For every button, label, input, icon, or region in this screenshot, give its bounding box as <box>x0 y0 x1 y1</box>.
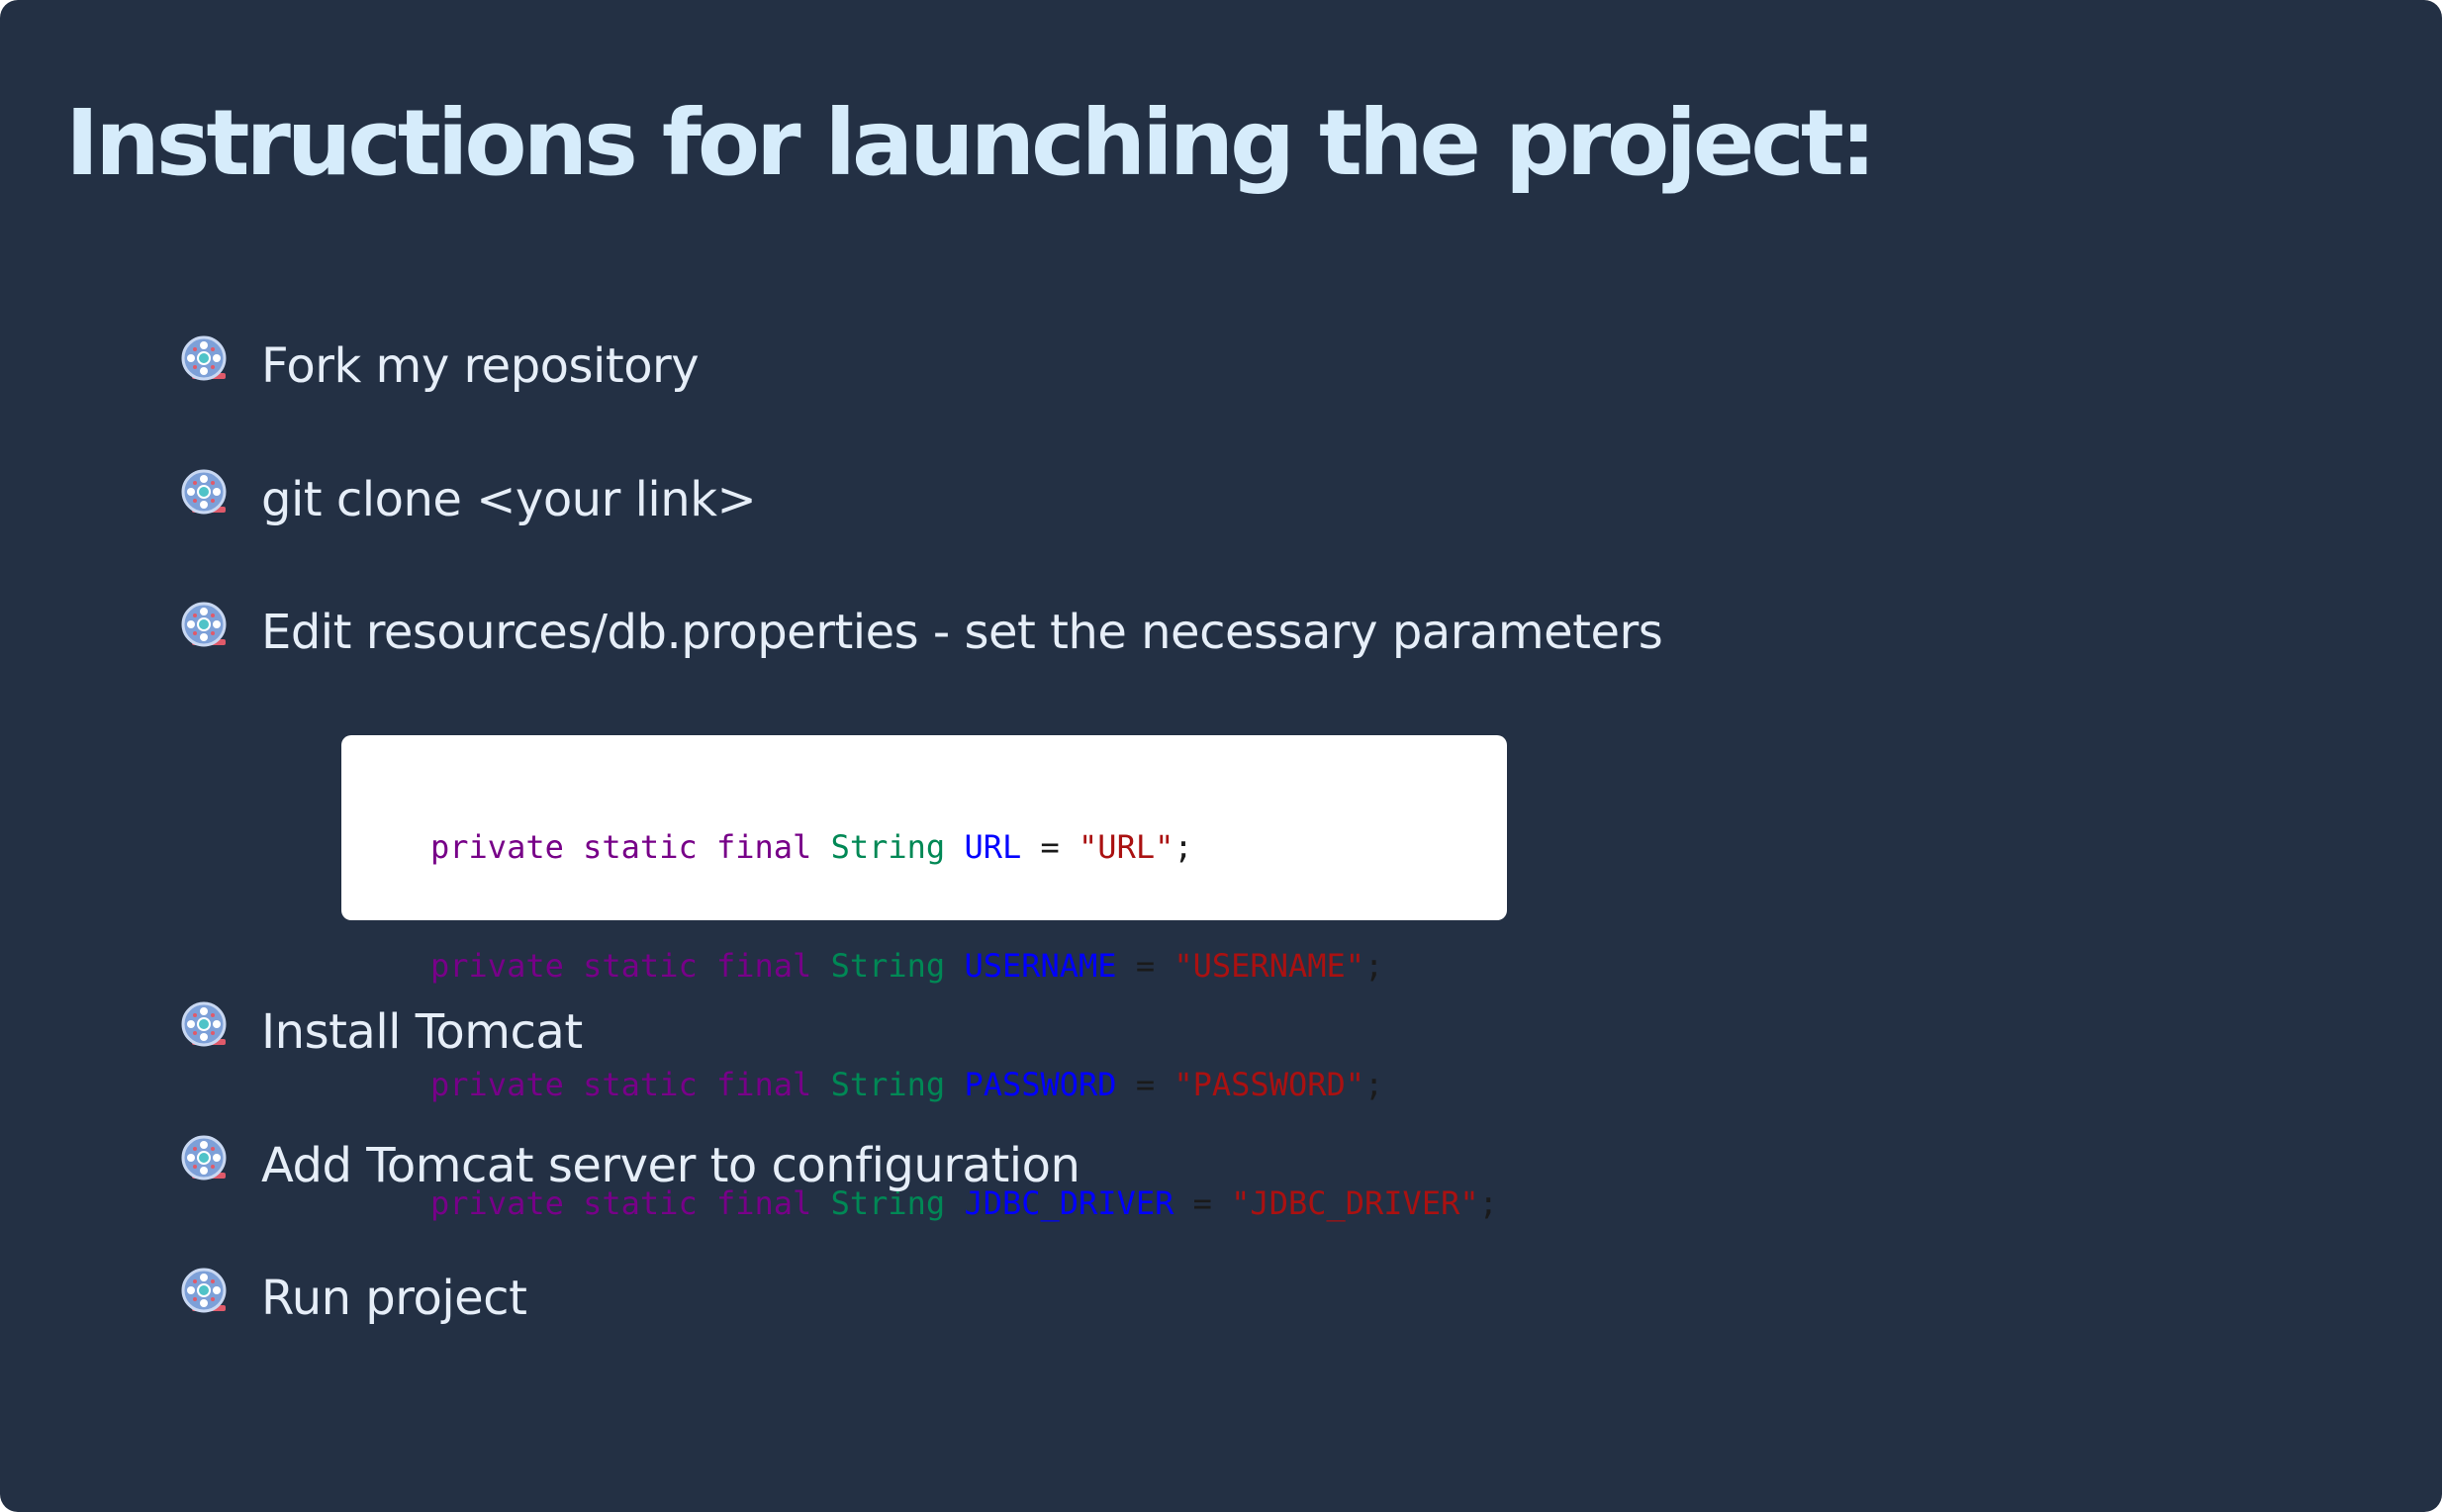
code-string: "JDBC_DRIVER" <box>1231 1184 1479 1222</box>
code-keyword: final <box>715 828 812 866</box>
code-keyword: final <box>715 1066 812 1103</box>
step-label: git clone <your link> <box>261 472 757 527</box>
code-type: String <box>830 828 946 866</box>
code-operator: = <box>1040 828 1060 866</box>
code-string: "USERNAME" <box>1174 947 1365 985</box>
code-semicolon: ; <box>1478 1184 1498 1222</box>
film-reel-icon <box>181 335 227 381</box>
code-operator: = <box>1192 1184 1212 1222</box>
step-label: Add Tomcat server to configuration <box>261 1138 1080 1193</box>
list-item-step-6: Run project <box>178 1259 527 1338</box>
page-title: Instructions for launching the project: <box>65 90 1877 196</box>
code-identifier: PASSWORD <box>964 1066 1117 1103</box>
list-item-step-2: git clone <your link> <box>178 460 757 539</box>
code-keyword: static <box>583 828 698 866</box>
code-keyword: final <box>715 947 812 985</box>
film-reel-icon <box>181 469 227 515</box>
code-keyword: private <box>430 947 564 985</box>
slide: Instructions for launching the project: … <box>0 0 2442 1512</box>
step-label: Edit resources/db.properties - set the n… <box>261 605 1663 660</box>
code-keyword: static <box>583 1066 698 1103</box>
code-keyword: static <box>583 947 698 985</box>
list-item-step-3: Edit resources/db.properties - set the n… <box>178 593 1663 672</box>
code-string: "PASSWORD" <box>1174 1066 1365 1103</box>
code-keyword: private <box>430 828 564 866</box>
code-semicolon: ; <box>1364 947 1384 985</box>
code-semicolon: ; <box>1364 1066 1384 1103</box>
code-type: String <box>830 1066 946 1103</box>
film-reel-icon <box>181 602 227 647</box>
code-line: private static final String URL = "URL"; <box>430 827 1507 867</box>
code-line: private static final String PASSWORD = "… <box>430 1065 1507 1104</box>
film-reel-icon <box>181 1135 227 1181</box>
code-block: private static final String URL = "URL";… <box>341 735 1507 1222</box>
list-item-step-4: Install Tomcat <box>178 992 583 1072</box>
code-type: String <box>830 947 946 985</box>
film-reel-icon <box>181 1268 227 1313</box>
code-operator: = <box>1135 947 1156 985</box>
code-operator: = <box>1135 1066 1156 1103</box>
code-string: "URL" <box>1079 828 1174 866</box>
step-label: Fork my repository <box>261 338 700 394</box>
list-item-step-1: Fork my repository <box>178 327 700 406</box>
film-reel-icon <box>181 1001 227 1047</box>
list-item-step-5: Add Tomcat server to configuration <box>178 1126 1080 1205</box>
code-identifier: URL <box>964 828 1022 866</box>
code-semicolon: ; <box>1174 828 1193 866</box>
step-label: Run project <box>261 1271 527 1326</box>
step-label: Install Tomcat <box>261 1004 583 1060</box>
code-line: private static final String USERNAME = "… <box>430 946 1507 986</box>
code-identifier: USERNAME <box>964 947 1117 985</box>
